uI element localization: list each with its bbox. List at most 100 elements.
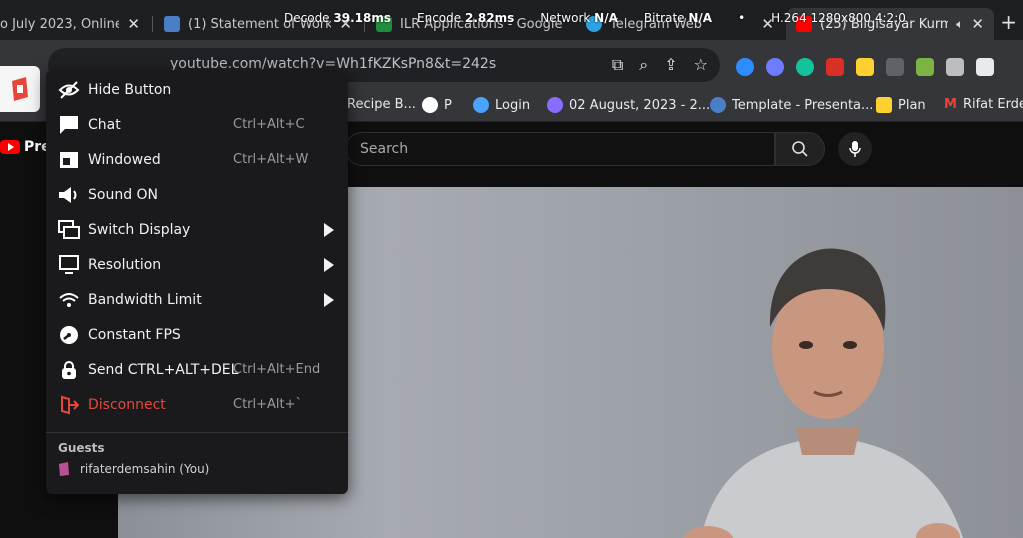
omnibox-actions: ⧉ ⌕ ⇪ ☆ <box>612 55 708 75</box>
menu-item-constant-fps[interactable]: Constant FPS <box>46 317 348 352</box>
miro-icon[interactable] <box>856 58 874 76</box>
tab-favicon-icon <box>164 16 180 32</box>
extra-extension-icon[interactable] <box>976 58 994 76</box>
tab-close-icon[interactable]: ✕ <box>127 15 140 33</box>
menu-item-label: Switch Display <box>88 222 191 238</box>
menu-item-hide-button[interactable]: Hide Button <box>46 72 348 107</box>
wifi-icon <box>58 289 80 311</box>
bookmark-label: Recipe B... <box>347 97 416 112</box>
bookmark-template[interactable]: Template - Presenta... <box>710 97 873 113</box>
open-in-window-icon[interactable]: ⧉ <box>612 55 623 75</box>
bookmark-label: Plan <box>898 97 926 113</box>
eye-off-icon <box>58 79 80 101</box>
gauge-icon <box>58 324 80 346</box>
cloud-icon <box>473 97 489 113</box>
switch-display-icon <box>58 219 80 241</box>
tab-title: o July 2023, Online W <box>0 16 120 32</box>
menu-item-shortcut: Ctrl+Alt+End <box>233 362 321 377</box>
menu-item-label: Hide Button <box>88 82 172 98</box>
bookmark-login[interactable]: Login <box>473 97 530 113</box>
menu-item-chat[interactable]: Chat Ctrl+Alt+C <box>46 107 348 142</box>
calendar-icon[interactable] <box>826 58 844 76</box>
youtube-search-input[interactable]: Search <box>345 132 775 166</box>
menu-item-bandwidth-limit[interactable]: Bandwidth Limit <box>46 282 348 317</box>
stat-separator: • <box>738 11 746 25</box>
chat-icon <box>58 114 80 136</box>
bitrate-stat: Bitrate N/A <box>643 11 713 25</box>
miro-bookmark-icon <box>876 97 892 113</box>
menu-item-disconnect[interactable]: Disconnect Ctrl+Alt+` <box>46 387 348 422</box>
stream-stats-overlay: Decode 39.18ms Encode 2.82ms Network N/A… <box>284 10 906 26</box>
speaker-icon: 🔈︎ <box>956 16 964 31</box>
codec-stat: H.264 1280x800 4:2:0 <box>771 11 906 25</box>
new-tab-button[interactable]: + <box>1000 10 1017 34</box>
guest-avatar-icon <box>59 462 69 476</box>
submenu-arrow-icon <box>324 223 334 237</box>
decode-stat: Decode 39.18ms <box>284 11 391 25</box>
encode-stat: Encode 2.82ms <box>417 11 515 25</box>
youtube-search-button[interactable] <box>775 132 825 166</box>
speaker-icon <box>58 184 80 206</box>
menu-item-label: Send CTRL+ALT+DEL <box>88 362 239 378</box>
tab-close-icon[interactable]: ✕ <box>971 15 984 33</box>
bookmark-august[interactable]: 02 August, 2023 - 2... <box>547 97 710 113</box>
youtube-play-icon <box>0 140 20 154</box>
menu-item-label: Sound ON <box>88 187 159 203</box>
menu-item-sound[interactable]: Sound ON <box>46 177 348 212</box>
bookmark-rifat[interactable]: M Rifat Erde <box>944 97 1023 112</box>
shield-bookmark-icon <box>710 97 726 113</box>
bookmark-star-icon[interactable]: ☆ <box>694 55 708 75</box>
bookmark-label: 02 August, 2023 - 2... <box>569 97 711 113</box>
app-logo-icon <box>12 77 28 101</box>
screen: { "stats": { "decode_label": "Decode", "… <box>0 0 1023 538</box>
extensions-bar <box>736 58 994 76</box>
menu-item-label: Bandwidth Limit <box>88 292 202 308</box>
menu-item-switch-display[interactable]: Switch Display <box>46 212 348 247</box>
menu-item-shortcut: Ctrl+Alt+` <box>233 397 303 412</box>
grammarly-icon[interactable] <box>796 58 814 76</box>
menu-item-windowed[interactable]: Windowed Ctrl+Alt+W <box>46 142 348 177</box>
bookmark-p[interactable]: P <box>422 97 452 113</box>
video-frame-person <box>682 248 963 538</box>
bookmark-label: Rifat Erde <box>962 97 1023 112</box>
tab-webinar[interactable]: o July 2023, Online W ✕ <box>0 8 150 40</box>
star-extension-icon[interactable] <box>916 58 934 76</box>
lock-icon <box>58 359 80 381</box>
zoom-icon[interactable]: ⌕ <box>639 55 648 75</box>
bookmark-label: Login <box>495 97 531 113</box>
bookmark-label: P <box>444 97 452 113</box>
guest-name: rifaterdemsahin (You) <box>80 462 210 476</box>
bookmark-favicon-icon <box>422 97 438 113</box>
zoom-extension-icon[interactable] <box>736 58 754 76</box>
recycle-icon[interactable] <box>886 58 904 76</box>
gear-extension-icon[interactable] <box>766 58 784 76</box>
windowed-icon <box>58 149 80 171</box>
bookmark-recipe[interactable]: Recipe B... <box>347 97 416 112</box>
menu-item-send-ctrl-alt-del[interactable]: Send CTRL+ALT+DEL Ctrl+Alt+End <box>46 352 348 387</box>
remote-app-button[interactable] <box>0 66 40 112</box>
voice-search-button[interactable] <box>838 132 872 166</box>
bookmark-label: Template - Presenta... <box>732 97 874 113</box>
submenu-arrow-icon <box>324 293 334 307</box>
menu-divider <box>46 432 348 433</box>
tab-separator <box>152 16 153 32</box>
gear-bookmark-icon <box>547 97 563 113</box>
search-icon <box>792 141 808 157</box>
gmail-icon: M <box>944 97 957 112</box>
folder-extension-icon[interactable] <box>946 58 964 76</box>
menu-item-label: Disconnect <box>88 397 166 413</box>
share-icon[interactable]: ⇪ <box>664 55 677 75</box>
menu-item-label: Resolution <box>88 257 162 273</box>
menu-item-shortcut: Ctrl+Alt+C <box>233 117 305 132</box>
menu-item-shortcut: Ctrl+Alt+W <box>233 152 309 167</box>
submenu-arrow-icon <box>324 258 334 272</box>
guests-heading: Guests <box>58 441 105 455</box>
menu-item-label: Constant FPS <box>88 327 181 343</box>
disconnect-icon <box>58 394 80 416</box>
menu-item-label: Windowed <box>88 152 161 168</box>
remote-control-menu: Hide Button Chat Ctrl+Alt+C Windowed Ctr… <box>46 70 348 494</box>
network-stat: Network N/A <box>540 11 618 25</box>
menu-item-resolution[interactable]: Resolution <box>46 247 348 282</box>
bookmark-plan[interactable]: Plan <box>876 97 926 113</box>
guest-list-item: rifaterdemsahin (You) <box>58 461 209 477</box>
